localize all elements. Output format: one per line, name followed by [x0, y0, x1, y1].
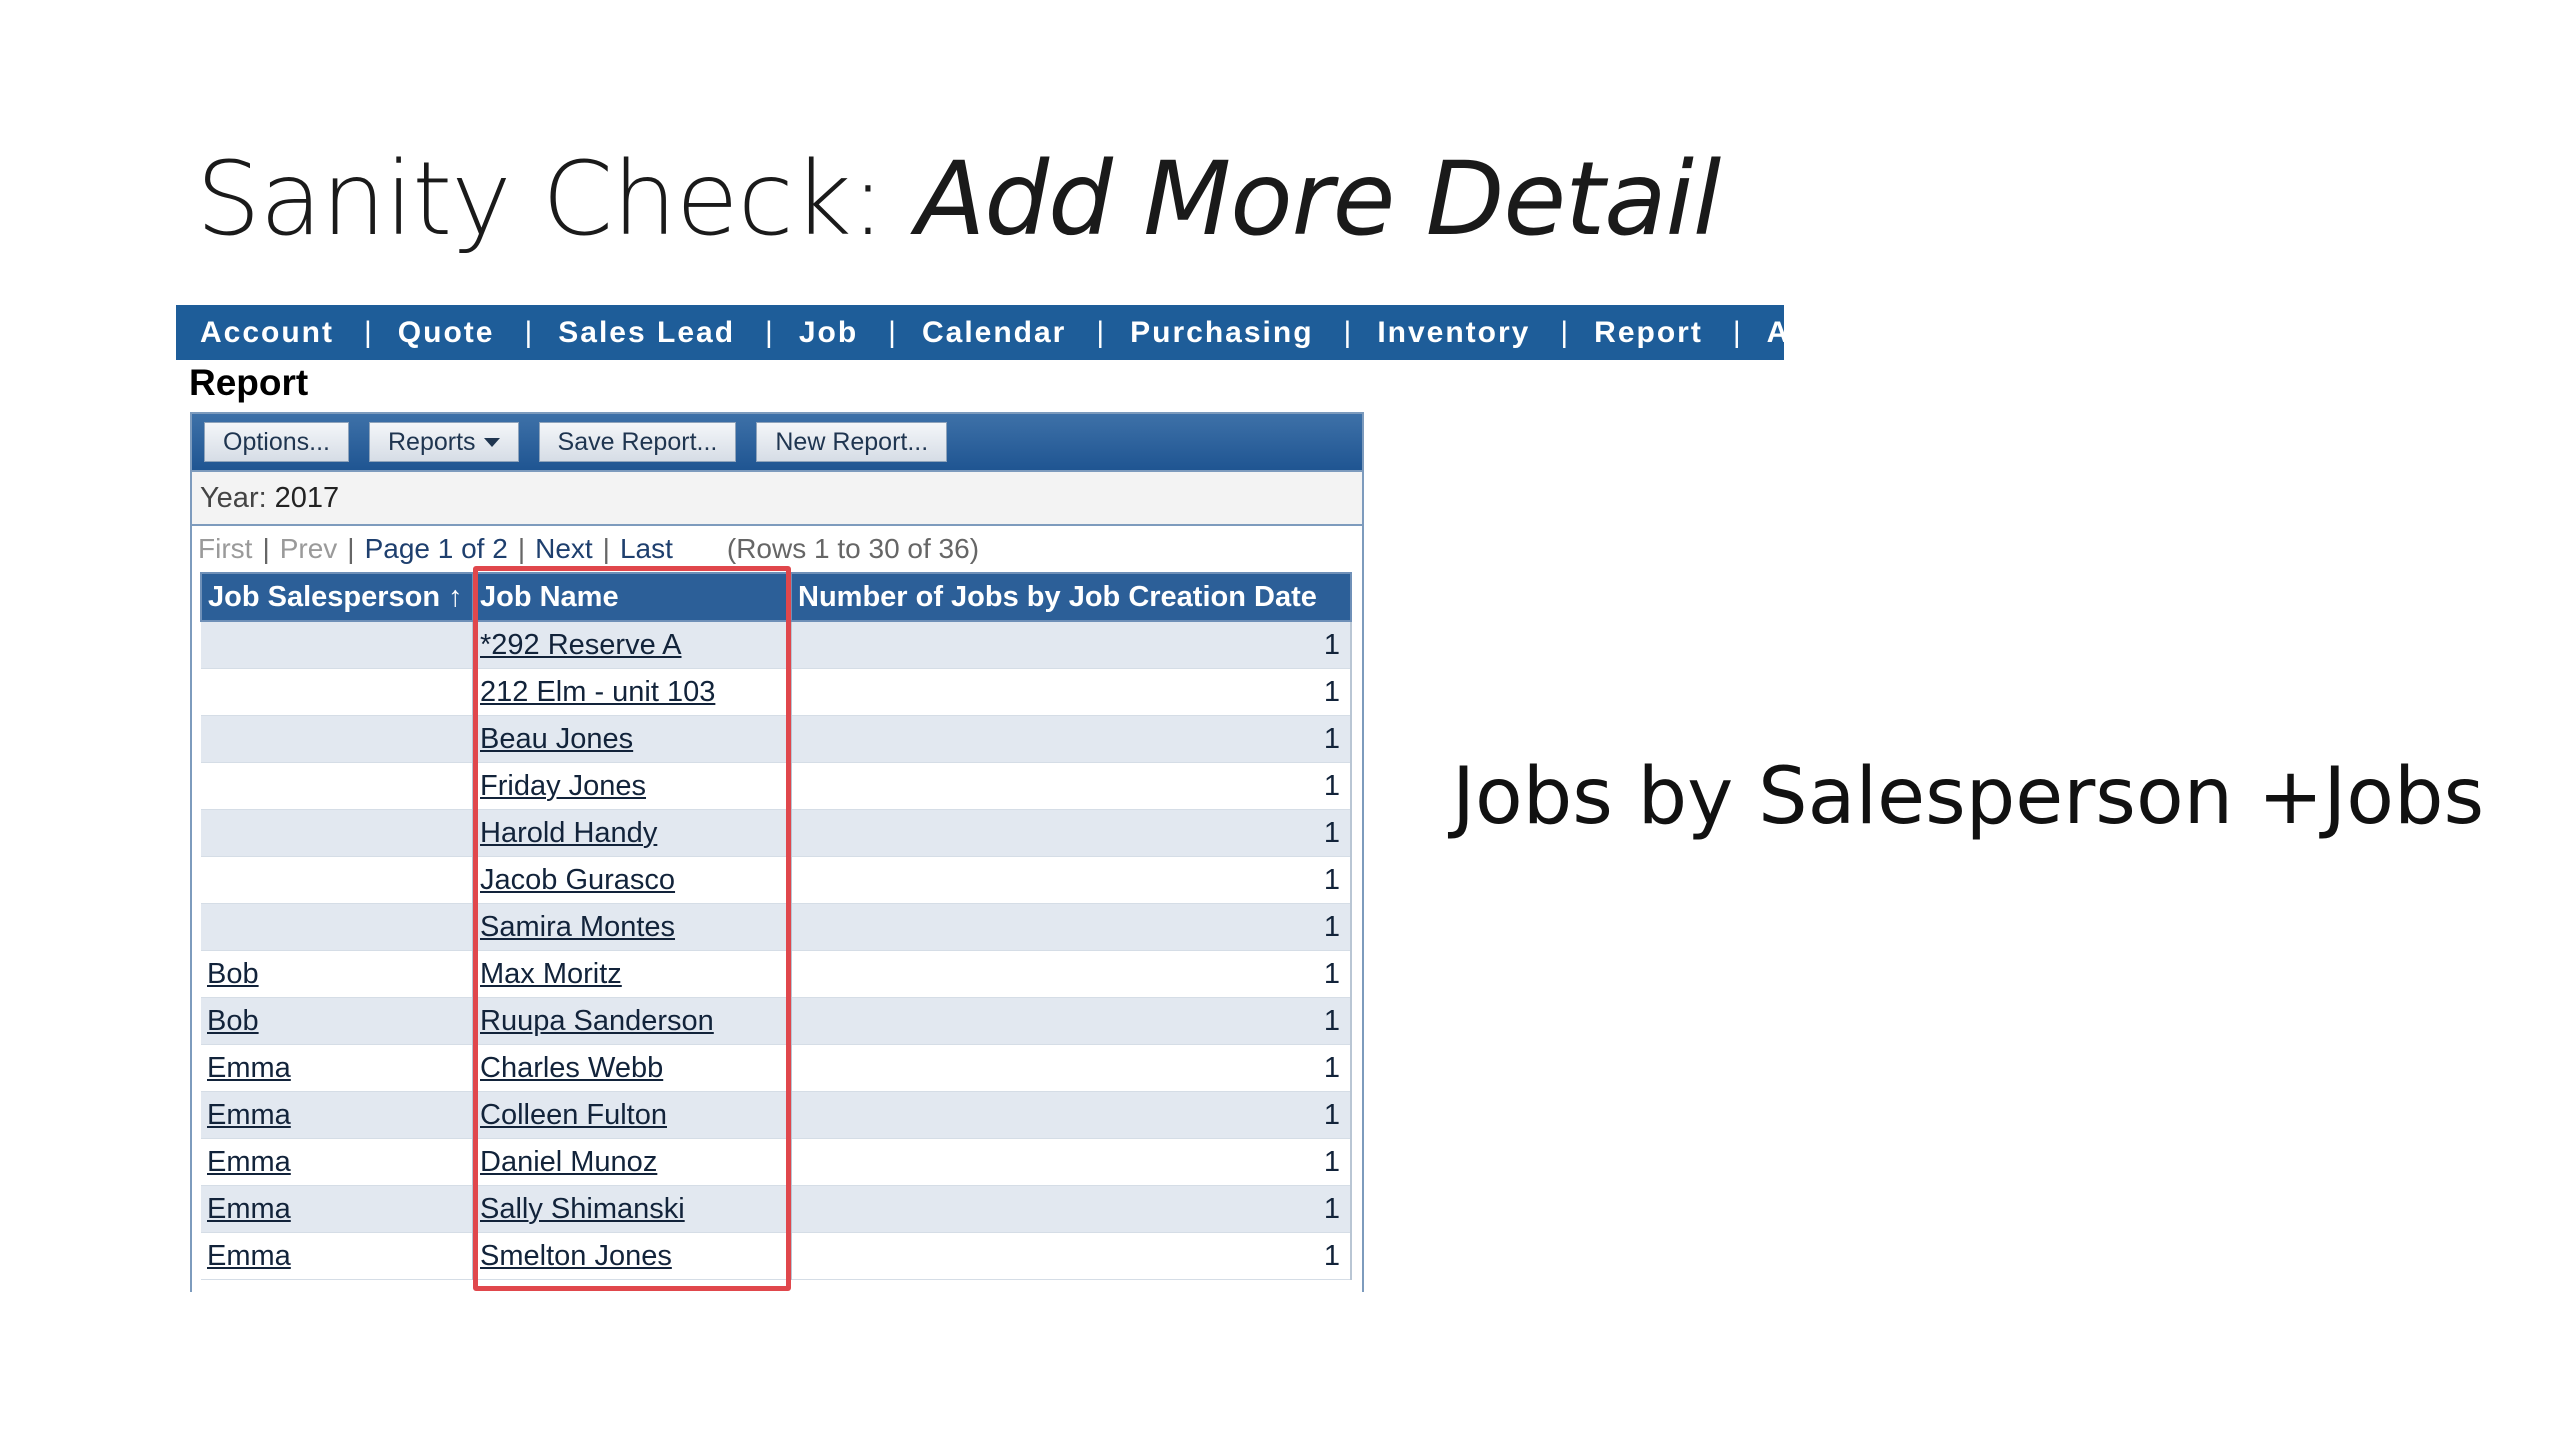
salesperson-cell: Emma: [201, 1232, 474, 1280]
job-count-cell: 1: [791, 950, 1352, 998]
nav-item-sales-lead[interactable]: Sales Lead: [534, 316, 735, 350]
year-filter-label: Year:: [200, 481, 267, 514]
nav-item-report[interactable]: Report: [1570, 316, 1703, 350]
salesperson-link[interactable]: Emma: [207, 1099, 291, 1131]
salesperson-cell: [201, 856, 474, 904]
salesperson-cell: Emma: [201, 1044, 474, 1092]
main-nav-bar: Account | Quote | Sales Lead | Job | Calendar | Pu…: [176, 305, 1784, 360]
job-count-cell: 1: [791, 1185, 1352, 1233]
nav-separator: |: [1343, 315, 1354, 349]
pager-last[interactable]: Last: [620, 533, 673, 565]
salesperson-cell: [201, 621, 474, 669]
report-toolbar: Options... Reports Save Report... New Re…: [192, 414, 1362, 470]
job-count-cell: 1: [791, 856, 1352, 904]
job-count-cell: 1: [791, 997, 1352, 1045]
job-count-cell: 1: [791, 903, 1352, 951]
nav-separator: |: [1732, 315, 1743, 349]
job-count-cell: 1: [791, 668, 1352, 716]
salesperson-cell: Emma: [201, 1091, 474, 1139]
job-count-cell: 1: [791, 1091, 1352, 1139]
pager-separator: |: [602, 533, 610, 564]
nav-separator: |: [364, 315, 374, 349]
salesperson-link[interactable]: Bob: [207, 1005, 259, 1037]
job-count-cell: 1: [791, 715, 1352, 763]
job-count-cell: 1: [791, 1138, 1352, 1186]
pager-first: First: [198, 533, 253, 564]
year-filter-value[interactable]: 2017: [275, 482, 340, 515]
salesperson-link[interactable]: Emma: [207, 1052, 291, 1084]
salesperson-cell: Emma: [201, 1138, 474, 1186]
caret-down-icon: [483, 437, 500, 447]
salesperson-cell: Emma: [201, 1185, 474, 1233]
nav-separator: |: [1560, 315, 1571, 349]
save-report-label: Save Report...: [557, 427, 718, 456]
options-button[interactable]: Options...: [204, 422, 349, 462]
salesperson-cell: [201, 668, 474, 716]
column-header-job-count[interactable]: Number of Jobs by Job Creation Date: [790, 572, 1352, 622]
pager-separator: |: [517, 533, 526, 564]
salesperson-cell: Bob: [201, 997, 474, 1045]
pager-separator: |: [262, 533, 270, 564]
column-header-salesperson[interactable]: Job Salesperson ↑: [200, 572, 474, 622]
new-report-label: New Report...: [775, 427, 929, 456]
salesperson-link[interactable]: Bob: [207, 958, 259, 990]
pager-rows-text: (Rows 1 to 30 of 36): [726, 533, 980, 564]
pager-page-text: Page 1 of 2: [364, 533, 508, 564]
salesperson-link[interactable]: Emma: [207, 1193, 291, 1225]
new-report-button[interactable]: New Report...: [756, 422, 948, 462]
nav-item-job[interactable]: Job: [775, 316, 858, 350]
salesperson-link[interactable]: Emma: [207, 1146, 291, 1178]
nav-item-calendar[interactable]: Calendar: [898, 316, 1066, 350]
salesperson-cell: [201, 715, 474, 763]
salesperson-cell: [201, 809, 474, 857]
report-heading: Report: [189, 362, 309, 403]
options-button-label: Options...: [223, 427, 330, 456]
side-note: Jobs by Salesperson +Jobs: [1452, 752, 2485, 842]
reports-dropdown-button[interactable]: Reports: [369, 422, 519, 462]
job-count-cell: 1: [791, 809, 1352, 857]
salesperson-cell: [201, 762, 474, 810]
job-name-highlight-box: [473, 566, 791, 1291]
slide-title-plain: Sanity Check:: [196, 140, 916, 259]
job-count-cell: 1: [791, 1232, 1352, 1280]
slide-title-italic: Add More Detail: [915, 140, 1722, 259]
filter-row: Year: 2017: [192, 470, 1362, 526]
nav-separator: |: [1096, 315, 1107, 349]
job-count-cell: 1: [791, 762, 1352, 810]
nav-item-quote[interactable]: Quote: [374, 316, 495, 350]
nav-separator: |: [888, 315, 898, 349]
save-report-button[interactable]: Save Report...: [538, 422, 737, 462]
job-count-cell: 1: [791, 1044, 1352, 1092]
nav-item-inventory[interactable]: Inventory: [1353, 316, 1530, 350]
nav-item-purchasing[interactable]: Purchasing: [1106, 316, 1313, 350]
salesperson-cell: Bob: [201, 950, 474, 998]
nav-separator: |: [765, 315, 775, 349]
nav-item-account[interactable]: Account: [176, 316, 334, 350]
pager-prev: Prev: [279, 533, 338, 564]
nav-item-ad[interactable]: Ad: [1743, 316, 1784, 350]
pager-next[interactable]: Next: [535, 533, 593, 565]
nav-separator: |: [524, 315, 535, 349]
salesperson-link[interactable]: Emma: [207, 1240, 291, 1272]
job-count-cell: 1: [791, 621, 1352, 669]
pager-separator: |: [347, 533, 355, 564]
reports-button-label: Reports: [388, 427, 476, 456]
slide-title: Sanity Check: Add More Detail: [196, 140, 1722, 259]
salesperson-cell: [201, 903, 474, 951]
